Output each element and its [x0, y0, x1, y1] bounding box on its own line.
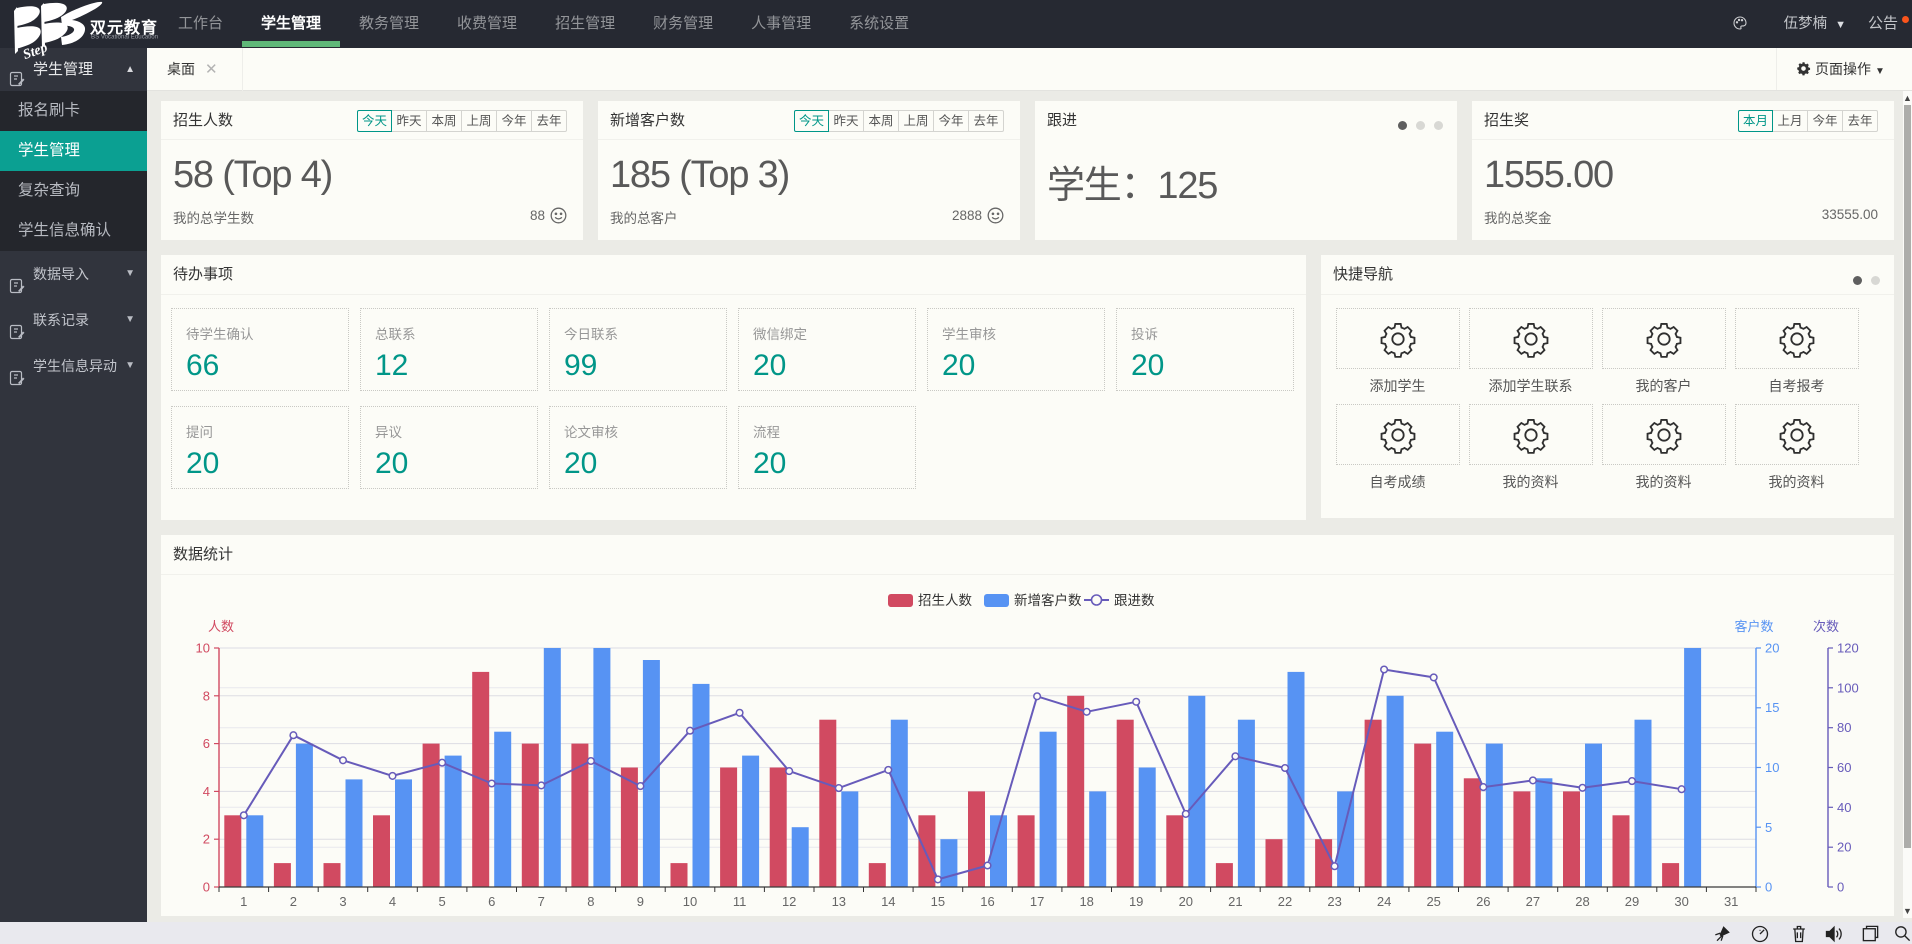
svg-text:22: 22 [1278, 894, 1292, 909]
svg-text:24: 24 [1377, 894, 1391, 909]
svg-text:23: 23 [1327, 894, 1341, 909]
svg-text:0: 0 [1837, 880, 1844, 895]
svg-text:招生人数: 招生人数 [918, 593, 972, 608]
svg-text:10: 10 [683, 894, 697, 909]
svg-text:4: 4 [389, 894, 396, 909]
svg-text:26: 26 [1476, 894, 1490, 909]
svg-text:60: 60 [1837, 760, 1851, 775]
svg-text:27: 27 [1526, 894, 1540, 909]
svg-text:9: 9 [637, 894, 644, 909]
svg-text:8: 8 [203, 688, 210, 703]
svg-text:80: 80 [1837, 720, 1851, 735]
svg-text:客户数: 客户数 [1734, 619, 1773, 634]
svg-text:3: 3 [339, 894, 346, 909]
svg-text:30: 30 [1674, 894, 1688, 909]
svg-text:13: 13 [832, 894, 846, 909]
svg-text:40: 40 [1837, 800, 1851, 815]
svg-text:15: 15 [1765, 700, 1779, 715]
svg-text:次数: 次数 [1813, 619, 1839, 634]
svg-text:2: 2 [290, 894, 297, 909]
svg-text:1: 1 [240, 894, 247, 909]
svg-text:跟进数: 跟进数 [1114, 593, 1155, 608]
svg-text:14: 14 [881, 894, 895, 909]
svg-text:8: 8 [587, 894, 594, 909]
svg-text:17: 17 [1030, 894, 1044, 909]
svg-text:5: 5 [438, 894, 445, 909]
svg-text:15: 15 [931, 894, 945, 909]
svg-text:6: 6 [203, 736, 210, 751]
svg-text:10: 10 [196, 641, 210, 656]
svg-text:4: 4 [203, 784, 210, 799]
svg-text:5: 5 [1765, 820, 1772, 835]
svg-text:16: 16 [980, 894, 994, 909]
svg-text:120: 120 [1837, 641, 1859, 656]
svg-text:新增客户数: 新增客户数 [1014, 592, 1082, 608]
svg-text:18: 18 [1079, 894, 1093, 909]
svg-text:0: 0 [203, 880, 210, 895]
svg-text:6: 6 [488, 894, 495, 909]
svg-text:19: 19 [1129, 894, 1143, 909]
svg-text:25: 25 [1426, 894, 1440, 909]
svg-text:20: 20 [1837, 840, 1851, 855]
svg-text:11: 11 [733, 894, 747, 909]
svg-text:12: 12 [782, 894, 796, 909]
svg-text:2: 2 [203, 832, 210, 847]
svg-text:31: 31 [1724, 894, 1738, 909]
svg-text:7: 7 [538, 894, 545, 909]
svg-text:21: 21 [1228, 894, 1242, 909]
svg-text:10: 10 [1765, 760, 1779, 775]
svg-text:28: 28 [1575, 894, 1589, 909]
svg-text:20: 20 [1765, 641, 1779, 656]
svg-text:0: 0 [1765, 880, 1772, 895]
svg-text:100: 100 [1837, 680, 1859, 695]
svg-text:20: 20 [1179, 894, 1193, 909]
svg-text:人数: 人数 [208, 619, 234, 634]
svg-text:29: 29 [1625, 894, 1639, 909]
